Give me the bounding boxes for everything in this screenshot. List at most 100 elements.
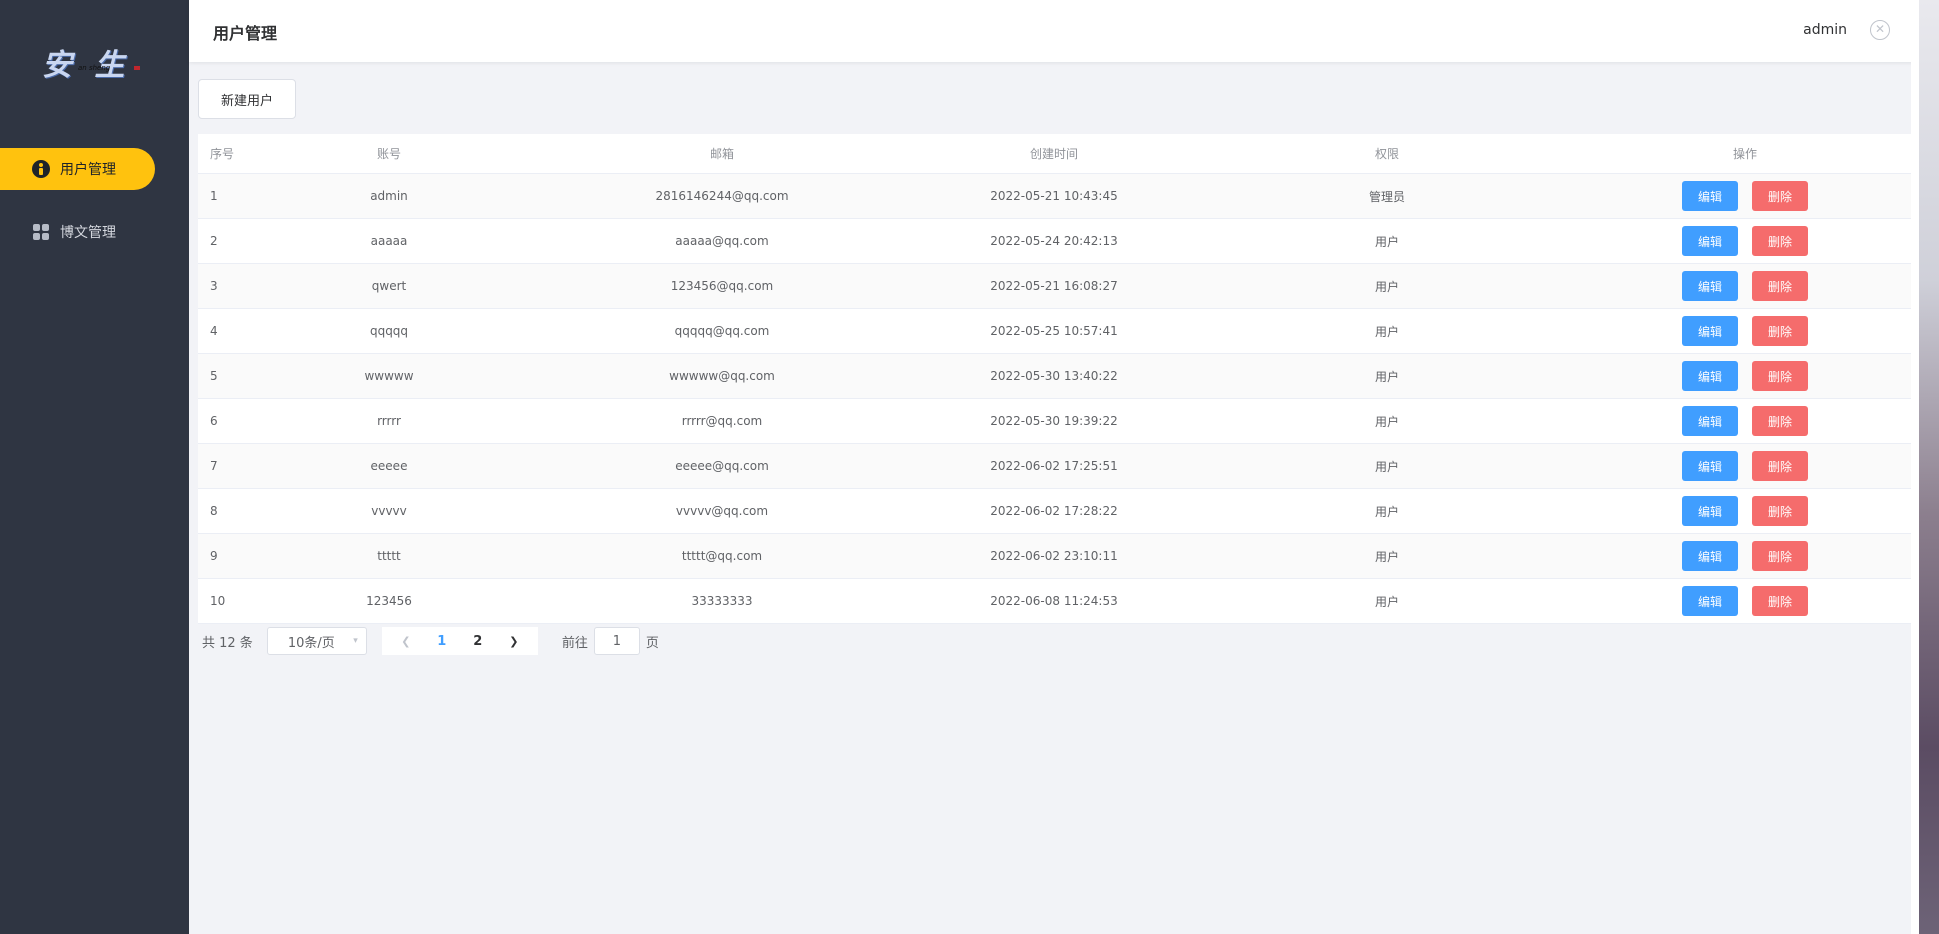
cell-index: 7 [210, 459, 218, 473]
delete-button[interactable]: 删除 [1752, 541, 1808, 571]
cell-index: 10 [210, 594, 226, 608]
delete-button[interactable]: 删除 [1752, 586, 1808, 616]
cell-index: 4 [210, 324, 218, 338]
cell-email: eeeee@qq.com [675, 459, 769, 473]
cell-account: rrrrr [377, 414, 401, 428]
cell-role: 用户 [1374, 234, 1399, 249]
table-row: 9 ttttt ttttt@qq.com 2022-06-02 23:10:11 用户 编… [198, 534, 1912, 579]
delete-button[interactable]: 删除 [1752, 451, 1808, 481]
background-window-edge [1919, 0, 1939, 934]
cell-role: 用户 [1374, 414, 1399, 429]
cell-actions: 编辑 删除 [1578, 226, 1912, 256]
table-row: 8 vvvvv vvvvv@qq.com 2022-06-02 17:28:22 用户 编… [198, 489, 1912, 534]
page-number-2[interactable]: 2 [460, 627, 496, 655]
table-row: 6 rrrrr rrrrr@qq.com 2022-05-30 19:39:22 用户 编… [198, 399, 1912, 444]
cell-email: 33333333 [691, 594, 753, 608]
cell-email: rrrrr@qq.com [681, 414, 763, 428]
cell-created: 2022-05-30 13:40:22 [990, 369, 1118, 383]
cell-actions: 编辑 删除 [1578, 541, 1912, 571]
user-circle-icon [32, 160, 50, 178]
cell-created: 2022-05-25 10:57:41 [990, 324, 1118, 338]
cell-index: 9 [210, 549, 218, 563]
column-header-email: 邮箱 [709, 147, 734, 161]
column-header-index: 序号 [210, 147, 235, 161]
cell-account: qwert [371, 279, 407, 293]
cell-actions: 编辑 删除 [1578, 181, 1912, 211]
table-row: 5 wwwww wwwww@qq.com 2022-05-30 13:40:22 用户 编… [198, 354, 1912, 399]
edit-button[interactable]: 编辑 [1682, 586, 1738, 616]
jump-suffix: 页 [645, 635, 659, 651]
page-size-value: 10条/页 [287, 635, 335, 651]
cell-account: aaaaa [370, 234, 408, 248]
table-row: 4 qqqqq qqqqq@qq.com 2022-05-25 10:57:41 用户 编… [198, 309, 1912, 354]
cell-actions: 编辑 删除 [1578, 361, 1912, 391]
cell-account: ttttt [377, 549, 401, 563]
cell-actions: 编辑 删除 [1578, 496, 1912, 526]
sidebar-item-label: 博文管理 [60, 225, 116, 241]
edit-button[interactable]: 编辑 [1682, 541, 1738, 571]
cell-email: 2816146244@qq.com [655, 189, 789, 203]
cell-account: eeeee [370, 459, 408, 473]
column-header-created: 创建时间 [1029, 147, 1078, 161]
cell-role: 用户 [1374, 594, 1399, 609]
delete-button[interactable]: 删除 [1752, 361, 1808, 391]
scrollbar-track[interactable] [1911, 0, 1919, 934]
delete-button[interactable]: 删除 [1752, 496, 1808, 526]
edit-button[interactable]: 编辑 [1682, 181, 1738, 211]
edit-button[interactable]: 编辑 [1682, 496, 1738, 526]
cell-index: 5 [210, 369, 218, 383]
cell-created: 2022-06-02 17:25:51 [990, 459, 1118, 473]
cell-actions: 编辑 删除 [1578, 451, 1912, 481]
edit-button[interactable]: 编辑 [1682, 316, 1738, 346]
jump-prefix: 前往 [561, 635, 588, 651]
cell-created: 2022-06-08 11:24:53 [990, 594, 1118, 608]
page-number-1[interactable]: 1 [424, 627, 460, 655]
table-header-row: 序号 账号 邮箱 创建时间 权限 操作 [198, 134, 1912, 174]
cell-account: 123456 [366, 594, 412, 608]
sidebar-item-user-management[interactable]: 用户管理 [0, 148, 155, 190]
prev-page-icon[interactable]: ❮ [388, 627, 424, 655]
next-page-icon[interactable]: ❯ [496, 627, 532, 655]
pagination-total: 共 12 条 [202, 635, 253, 651]
cell-created: 2022-05-24 20:42:13 [990, 234, 1118, 248]
delete-button[interactable]: 删除 [1752, 181, 1808, 211]
cell-role: 管理员 [1368, 189, 1405, 204]
sidebar-item-blog-management[interactable]: 博文管理 [0, 211, 155, 253]
delete-button[interactable]: 删除 [1752, 271, 1808, 301]
table-row: 1 admin 2816146244@qq.com 2022-05-21 10:43:… [198, 174, 1912, 219]
edit-button[interactable]: 编辑 [1682, 271, 1738, 301]
chevron-down-icon: ▾ [353, 636, 358, 646]
page-size-select[interactable]: 10条/页 ▾ [266, 627, 367, 655]
cell-actions: 编辑 删除 [1578, 586, 1912, 616]
edit-button[interactable]: 编辑 [1682, 361, 1738, 391]
user-table: 序号 账号 邮箱 创建时间 权限 操作 1 admin 2816146244@qq.… [198, 134, 1912, 624]
cell-role: 用户 [1374, 549, 1399, 564]
page-jump-input[interactable] [593, 627, 640, 655]
cell-role: 用户 [1374, 459, 1399, 474]
table-row: 3 qwert 123456@qq.com 2022-05-21 16:08:27 用户… [198, 264, 1912, 309]
cell-account: admin [370, 189, 408, 203]
cell-index: 8 [210, 504, 218, 518]
cell-role: 用户 [1374, 324, 1399, 339]
cell-email: wwwww@qq.com [669, 369, 775, 383]
new-user-button[interactable]: 新建用户 [198, 79, 296, 119]
page-title: 用户管理 [213, 24, 278, 43]
pagination: 共 12 条 10条/页 ▾ ❮ 1 2 ❯ 前往 页 [198, 627, 659, 655]
cell-index: 2 [210, 234, 218, 248]
logo-text: 安 生 [42, 48, 131, 83]
delete-button[interactable]: 删除 [1752, 226, 1808, 256]
delete-button[interactable]: 删除 [1752, 316, 1808, 346]
header-username: admin [1803, 22, 1847, 38]
cell-created: 2022-06-02 23:10:11 [990, 549, 1118, 563]
cell-email: qqqqq@qq.com [674, 324, 770, 338]
cell-actions: 编辑 删除 [1578, 316, 1912, 346]
column-header-actions: 操作 [1732, 147, 1757, 161]
logo-mark [134, 66, 140, 70]
edit-button[interactable]: 编辑 [1682, 451, 1738, 481]
edit-button[interactable]: 编辑 [1682, 226, 1738, 256]
cell-account: vvvvv [371, 504, 407, 518]
edit-button[interactable]: 编辑 [1682, 406, 1738, 436]
close-circle-icon[interactable]: ✕ [1870, 20, 1890, 40]
table-row: 7 eeeee eeeee@qq.com 2022-06-02 17:25:51 用户 编… [198, 444, 1912, 489]
delete-button[interactable]: 删除 [1752, 406, 1808, 436]
